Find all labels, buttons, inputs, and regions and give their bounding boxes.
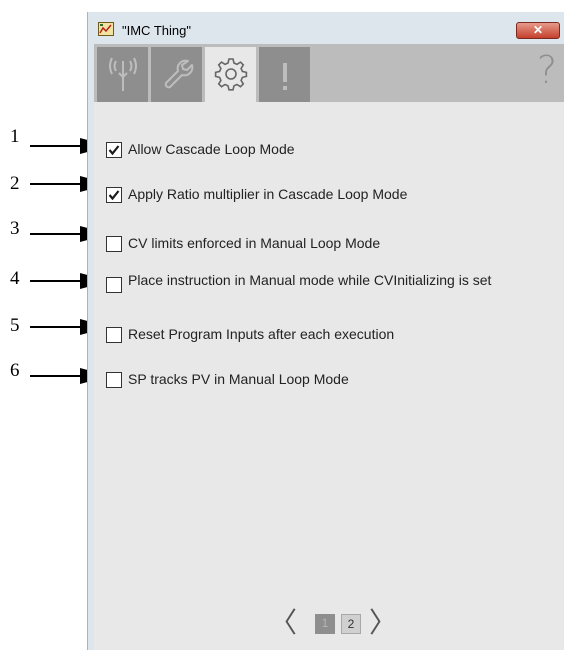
tab-signal[interactable]: [97, 47, 148, 102]
option-label: Reset Program Inputs after each executio…: [128, 326, 395, 342]
help-icon: ?: [536, 48, 557, 92]
app-icon: [98, 22, 114, 36]
close-button[interactable]: ✕: [516, 22, 560, 39]
callout-line: [30, 233, 85, 235]
checkbox[interactable]: [106, 187, 122, 203]
checkbox[interactable]: [106, 327, 122, 343]
chevron-right-icon[interactable]: 〉: [369, 609, 397, 637]
faceplate-window: "IMC Thing" ✕ ? Allow Cascade Loop Mode …: [87, 12, 564, 650]
window-title: "IMC Thing": [122, 23, 191, 38]
signal-icon: [109, 57, 137, 91]
option-label: Apply Ratio multiplier in Cascade Loop M…: [128, 186, 408, 202]
tab-bar: ?: [94, 44, 564, 102]
callout-line: [30, 183, 85, 185]
title-bar[interactable]: "IMC Thing" ✕: [88, 12, 564, 42]
chevron-left-icon[interactable]: 〈: [269, 609, 297, 637]
checkmark-icon: [108, 190, 120, 201]
faceplate-body: ? Allow Cascade Loop Mode Apply Ratio mu…: [94, 44, 564, 650]
pager: 〈 1 2 〉: [269, 609, 409, 639]
option-label: SP tracks PV in Manual Loop Mode: [128, 371, 349, 387]
tab-configuration[interactable]: [205, 47, 256, 102]
callout-number: 3: [10, 218, 20, 239]
wrench-icon: [164, 59, 194, 89]
checkbox[interactable]: [106, 277, 122, 293]
help-button[interactable]: ?: [514, 44, 564, 102]
exclamation-icon: [283, 63, 287, 90]
callout-line: [30, 326, 85, 328]
option-label: Place instruction in Manual mode while C…: [128, 272, 492, 288]
callout-number: 1: [10, 126, 20, 147]
close-icon: ✕: [532, 23, 544, 37]
checkbox[interactable]: [106, 142, 122, 158]
callout-line: [30, 145, 85, 147]
callout-number: 5: [10, 315, 20, 336]
page-1-button[interactable]: 1: [315, 614, 335, 634]
tab-maintenance[interactable]: [151, 47, 202, 102]
callout-line: [30, 280, 85, 282]
option-label: Allow Cascade Loop Mode: [128, 141, 295, 157]
checkmark-icon: [108, 145, 120, 156]
checkbox[interactable]: [106, 372, 122, 388]
callout-number: 4: [10, 268, 20, 289]
gear-icon: [214, 58, 248, 91]
option-label: CV limits enforced in Manual Loop Mode: [128, 235, 381, 251]
callout-number: 2: [10, 173, 20, 194]
page-2-button[interactable]: 2: [341, 614, 361, 634]
callout-number: 6: [10, 360, 20, 381]
checkbox[interactable]: [106, 236, 122, 252]
tab-alarms[interactable]: [259, 47, 310, 102]
callout-line: [30, 375, 85, 377]
